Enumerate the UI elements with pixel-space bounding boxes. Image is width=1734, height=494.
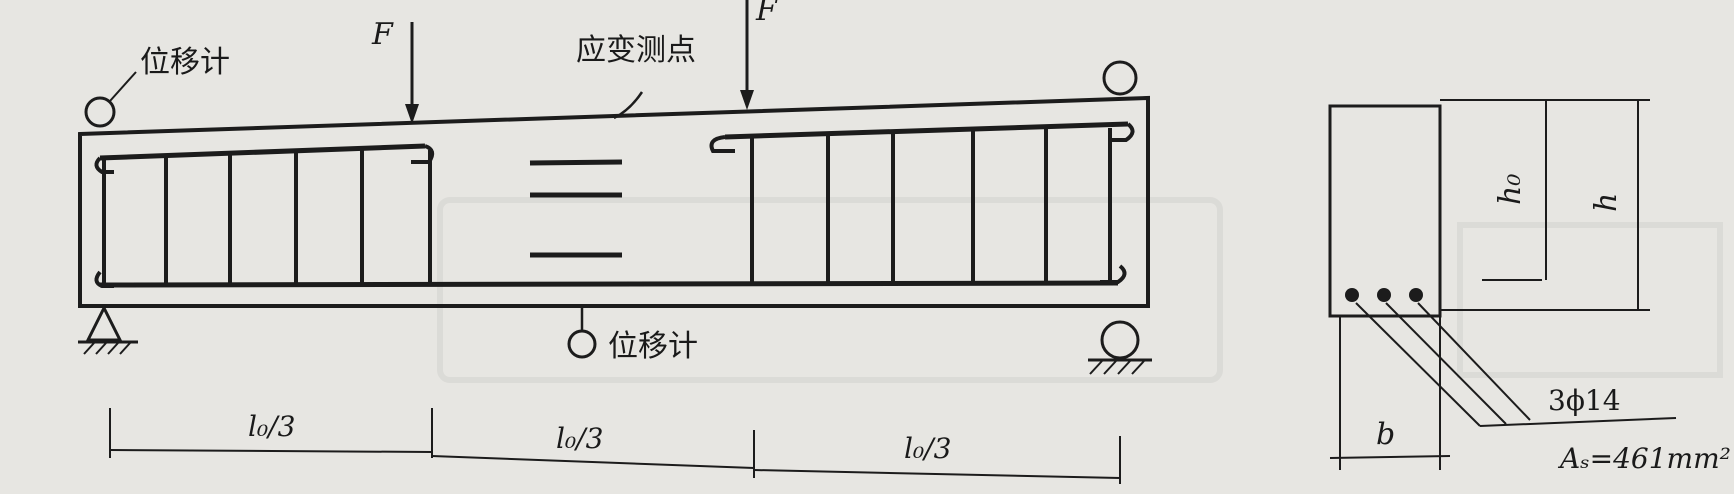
support-right-roller (1088, 60, 1152, 375)
section-h-label: h (1589, 193, 1624, 212)
strain-point-label: 应变测点 (576, 33, 696, 68)
hook (1100, 264, 1127, 284)
strain-gauges (529, 159, 623, 258)
pin-support-icon (85, 304, 123, 342)
rebar-spec-label: 3ϕ14 (1548, 384, 1621, 417)
gauge-mid: 位移计 (567, 308, 698, 364)
force-label-right: F (755, 0, 778, 28)
rebar-dot-icon (1377, 288, 1391, 302)
section-outline (1328, 104, 1442, 318)
dim-line (109, 449, 433, 453)
section-h0-label: h₀ (1493, 174, 1528, 205)
rebar-leaders (1355, 302, 1677, 427)
gauge-label-mid: 位移计 (608, 329, 698, 364)
top-bar-right (724, 121, 1129, 140)
rebar-dot-icon (1409, 288, 1423, 302)
cross-section: 3ϕ14 Aₛ=461mm² h₀ h b (1328, 99, 1731, 475)
ground-hatch (1089, 360, 1145, 375)
gauge-label-top-left: 位移计 (140, 45, 230, 80)
span-label-1: l₀/3 (248, 410, 295, 443)
force-label-left: F (371, 17, 394, 52)
strain-gauge-mark (529, 159, 623, 166)
gauge-icon (84, 96, 116, 128)
section-b-label: b (1376, 417, 1395, 452)
leader-line (109, 71, 137, 102)
gauge-top-left: 位移计 (84, 45, 230, 128)
span-label-3: l₀/3 (904, 432, 951, 465)
rebar-dot-icon (1345, 288, 1359, 302)
rebar-cage-left (94, 143, 1119, 288)
bottom-bar (99, 280, 1119, 288)
roller-bottom-icon (1100, 320, 1140, 360)
beam-test-diagram: F F 应变测点 位移计 位移计 l₀/3 l₀/3 l₀/3 3ϕ14 Aₛ=… (78, 0, 1731, 484)
roller-top-icon (1102, 60, 1138, 96)
ground-hatch (83, 342, 131, 355)
arrowhead-icon (740, 90, 754, 110)
load-right: F (740, 0, 778, 110)
span-label-2: l₀/3 (556, 422, 603, 455)
rebar-area-label: Aₛ=461mm² (1557, 442, 1731, 475)
strain-point-callout: 应变测点 (576, 33, 696, 120)
dim-line (431, 455, 755, 469)
load-left: F (371, 17, 419, 124)
dim-line (753, 469, 1121, 479)
top-bar-left (99, 143, 426, 161)
rebar-cage-right (709, 121, 1135, 284)
gauge-icon (567, 329, 597, 359)
support-left-pin (78, 304, 138, 355)
